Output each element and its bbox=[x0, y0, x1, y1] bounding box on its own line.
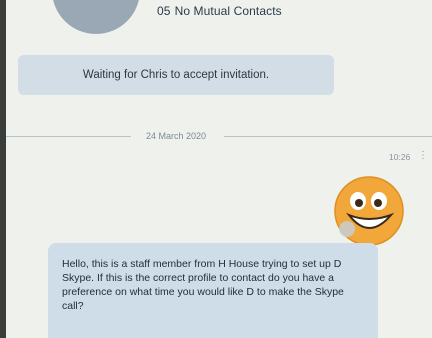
mutual-contacts-info: 05 No Mutual Contacts bbox=[157, 4, 282, 18]
divider-line bbox=[224, 136, 432, 137]
message-bubble[interactable]: Hello, this is a staff member from H Hou… bbox=[48, 243, 378, 338]
mutual-contacts-label: No Mutual Contacts bbox=[174, 4, 282, 18]
invitation-status-banner: Waiting for Chris to accept invitation. bbox=[18, 55, 334, 95]
divider-line bbox=[6, 136, 131, 137]
more-options-icon[interactable]: ⋮ bbox=[418, 150, 428, 164]
message-timestamp: 10:26 bbox=[389, 152, 411, 162]
invitation-status-text: Waiting for Chris to accept invitation. bbox=[82, 69, 270, 81]
chat-screen: 05 No Mutual Contacts Waiting for Chris t… bbox=[0, 0, 432, 338]
date-separator-label: 24 March 2020 bbox=[146, 131, 207, 141]
window-edge bbox=[0, 0, 6, 338]
date-separator: 24 March 2020 bbox=[6, 131, 432, 143]
message-text: Hello, this is a staff member from H Hou… bbox=[62, 258, 344, 312]
mutual-contacts-count: 05 bbox=[157, 4, 171, 18]
grinning-face-emoji[interactable] bbox=[333, 175, 405, 247]
contact-avatar[interactable] bbox=[52, 0, 140, 34]
